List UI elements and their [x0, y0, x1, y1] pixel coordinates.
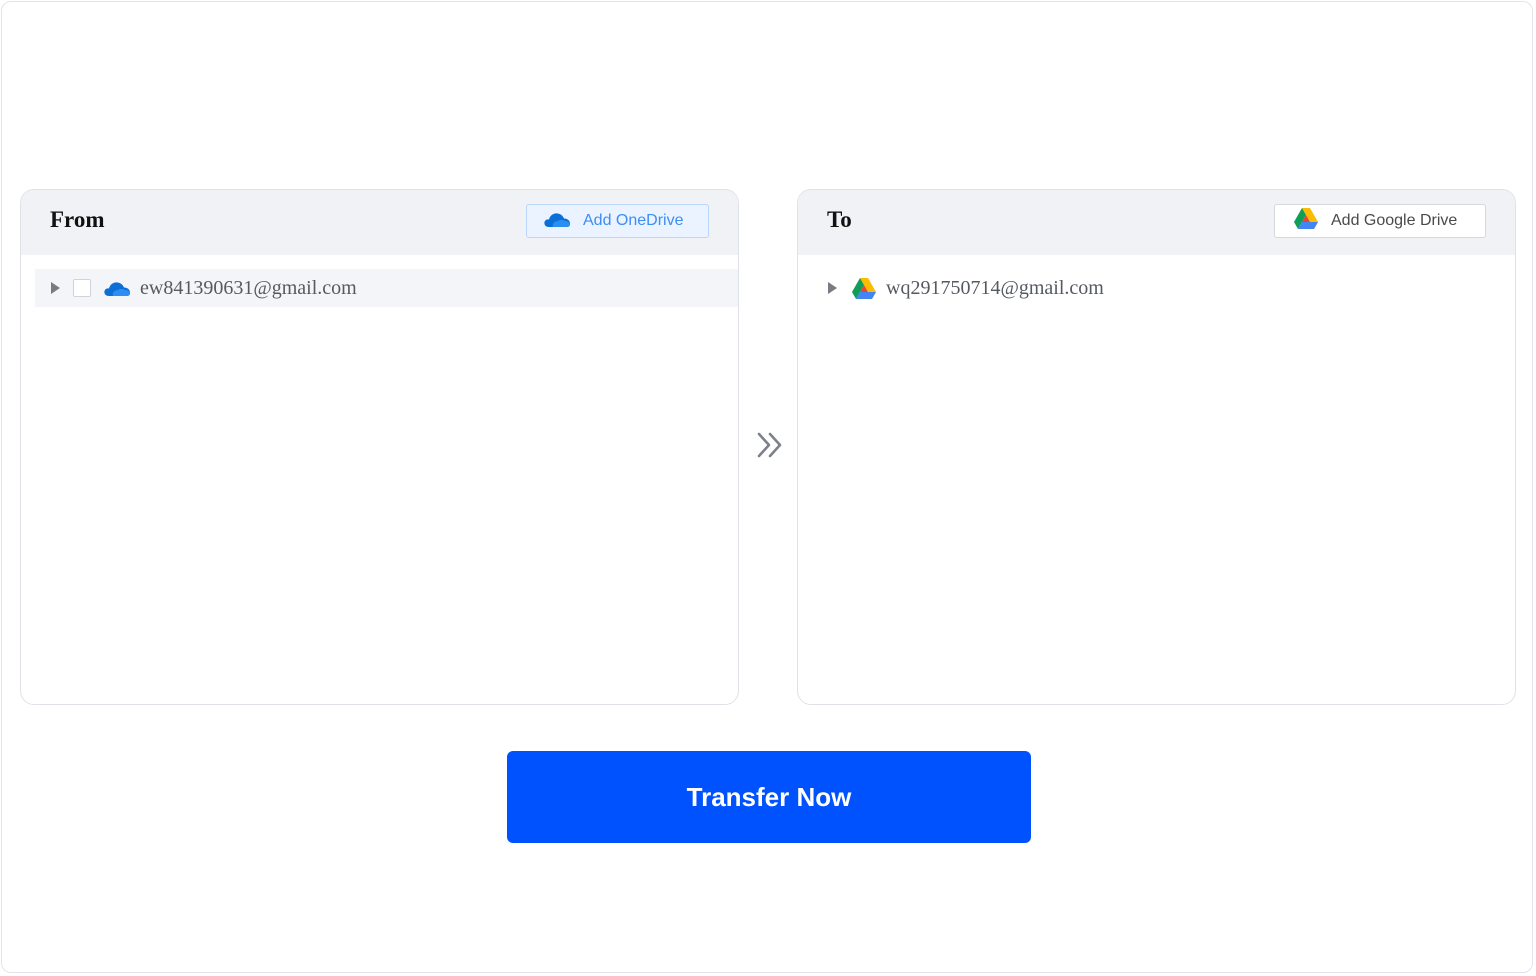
- add-google-drive-button[interactable]: Add Google Drive: [1274, 204, 1486, 238]
- from-account-row[interactable]: ew841390631@gmail.com: [35, 269, 738, 307]
- to-panel: To Add Google Drive wq291750714@gmail.co…: [797, 189, 1516, 705]
- transfer-now-button[interactable]: Transfer Now: [507, 751, 1031, 843]
- from-account-email: ew841390631@gmail.com: [140, 276, 357, 299]
- add-onedrive-button[interactable]: Add OneDrive: [526, 204, 709, 238]
- from-panel-header: From Add OneDrive: [21, 190, 738, 255]
- account-checkbox[interactable]: [73, 279, 91, 297]
- google-drive-icon: [1293, 207, 1319, 235]
- double-chevron-right-icon: [755, 431, 785, 459]
- expand-caret-icon[interactable]: [828, 282, 837, 294]
- to-account-email: wq291750714@gmail.com: [886, 276, 1104, 299]
- add-onedrive-label: Add OneDrive: [583, 212, 684, 229]
- to-panel-header: To Add Google Drive: [798, 190, 1515, 255]
- to-account-row[interactable]: wq291750714@gmail.com: [812, 269, 1515, 307]
- from-panel: From Add OneDrive ew841390631@gmail.com: [20, 189, 739, 705]
- from-panel-title: From: [50, 207, 105, 232]
- add-google-drive-label: Add Google Drive: [1331, 212, 1458, 229]
- to-panel-title: To: [827, 207, 852, 232]
- onedrive-icon: [103, 279, 131, 297]
- expand-caret-icon[interactable]: [51, 282, 60, 294]
- app-frame: From Add OneDrive ew841390631@gmail.com …: [1, 1, 1533, 973]
- onedrive-icon: [543, 210, 571, 233]
- google-drive-icon: [851, 277, 877, 300]
